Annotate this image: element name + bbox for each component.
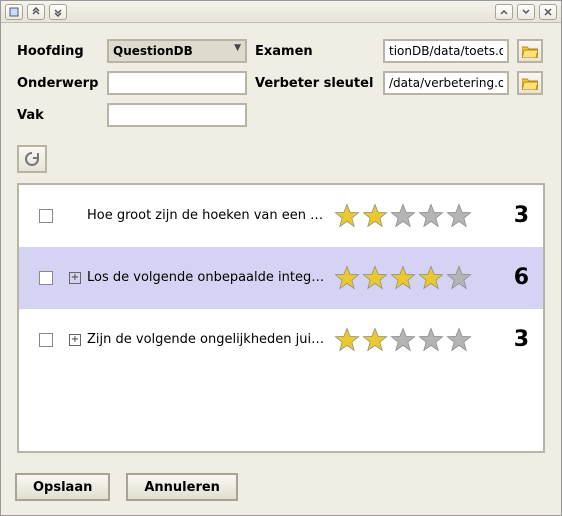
- star-icon: [361, 202, 389, 230]
- examen-browse-button[interactable]: [517, 39, 543, 63]
- star-icon: [361, 326, 389, 354]
- maximize-button[interactable]: [517, 4, 535, 20]
- expand-down-button[interactable]: [49, 4, 67, 20]
- row-checkbox[interactable]: [39, 209, 53, 223]
- verbeter-browse-button[interactable]: [517, 71, 543, 95]
- examen-field[interactable]: [383, 39, 509, 63]
- vak-label: Vak: [17, 108, 99, 123]
- examen-label: Examen: [255, 44, 375, 59]
- onderwerp-label: Onderwerp: [17, 76, 99, 91]
- star-icon: [389, 264, 417, 292]
- window: Hoofding QuestionDB Examen Onderwerp Ver…: [0, 0, 562, 516]
- question-text: Zijn de volgende ongelijkheden juist of …: [87, 332, 333, 347]
- toolbar-row: [17, 145, 545, 173]
- save-button[interactable]: Opslaan: [15, 473, 110, 501]
- expand-icon[interactable]: +: [69, 272, 81, 284]
- shade-button[interactable]: [495, 4, 513, 20]
- rating-stars[interactable]: [333, 202, 493, 230]
- question-list[interactable]: + Hoe groot zijn de hoeken van een recht.…: [17, 183, 545, 453]
- row-checkbox[interactable]: [39, 333, 53, 347]
- star-icon: [333, 264, 361, 292]
- vak-field[interactable]: [107, 103, 247, 127]
- table-row[interactable]: +Hoe groot zijn de hoeken van een recht.…: [19, 185, 543, 247]
- verbeter-field[interactable]: [383, 71, 509, 95]
- folder-icon: [522, 45, 538, 58]
- titlebar: [1, 1, 561, 23]
- star-icon: [333, 202, 361, 230]
- cancel-button[interactable]: Annuleren: [126, 473, 238, 501]
- star-icon: [417, 202, 445, 230]
- star-icon: [389, 202, 417, 230]
- content-area: Hoofding QuestionDB Examen Onderwerp Ver…: [1, 23, 561, 463]
- question-text: Los de volgende onbepaalde integralen ..…: [87, 270, 333, 285]
- rating-stars[interactable]: [333, 326, 493, 354]
- refresh-icon: [24, 151, 40, 167]
- star-icon: [445, 326, 473, 354]
- table-row[interactable]: + Zijn de volgende ongelijkheden juist of…: [19, 309, 543, 371]
- footer: Opslaan Annuleren: [1, 463, 561, 515]
- score-value: 3: [493, 327, 533, 352]
- star-icon: [361, 264, 389, 292]
- score-value: 6: [493, 265, 533, 290]
- form-grid: Hoofding QuestionDB Examen Onderwerp Ver…: [17, 39, 545, 127]
- verbeter-label: Verbeter sleutel: [255, 76, 375, 91]
- hoofding-label: Hoofding: [17, 44, 99, 59]
- hoofding-select[interactable]: QuestionDB: [107, 39, 247, 63]
- app-menu-button[interactable]: [5, 4, 23, 20]
- folder-icon: [522, 77, 538, 90]
- star-icon: [417, 326, 445, 354]
- question-text: Hoe groot zijn de hoeken van een recht..…: [87, 208, 333, 223]
- collapse-up-button[interactable]: [27, 4, 45, 20]
- onderwerp-field[interactable]: [107, 71, 247, 95]
- score-value: 3: [493, 203, 533, 228]
- close-button[interactable]: [539, 4, 557, 20]
- table-row[interactable]: + Los de volgende onbepaalde integralen .…: [19, 247, 543, 309]
- row-checkbox[interactable]: [39, 271, 53, 285]
- star-icon: [389, 326, 417, 354]
- star-icon: [333, 326, 361, 354]
- refresh-button[interactable]: [17, 145, 47, 173]
- star-icon: [445, 202, 473, 230]
- star-icon: [445, 264, 473, 292]
- star-icon: [417, 264, 445, 292]
- expand-icon[interactable]: +: [69, 334, 81, 346]
- rating-stars[interactable]: [333, 264, 493, 292]
- hoofding-combo[interactable]: QuestionDB: [107, 39, 247, 63]
